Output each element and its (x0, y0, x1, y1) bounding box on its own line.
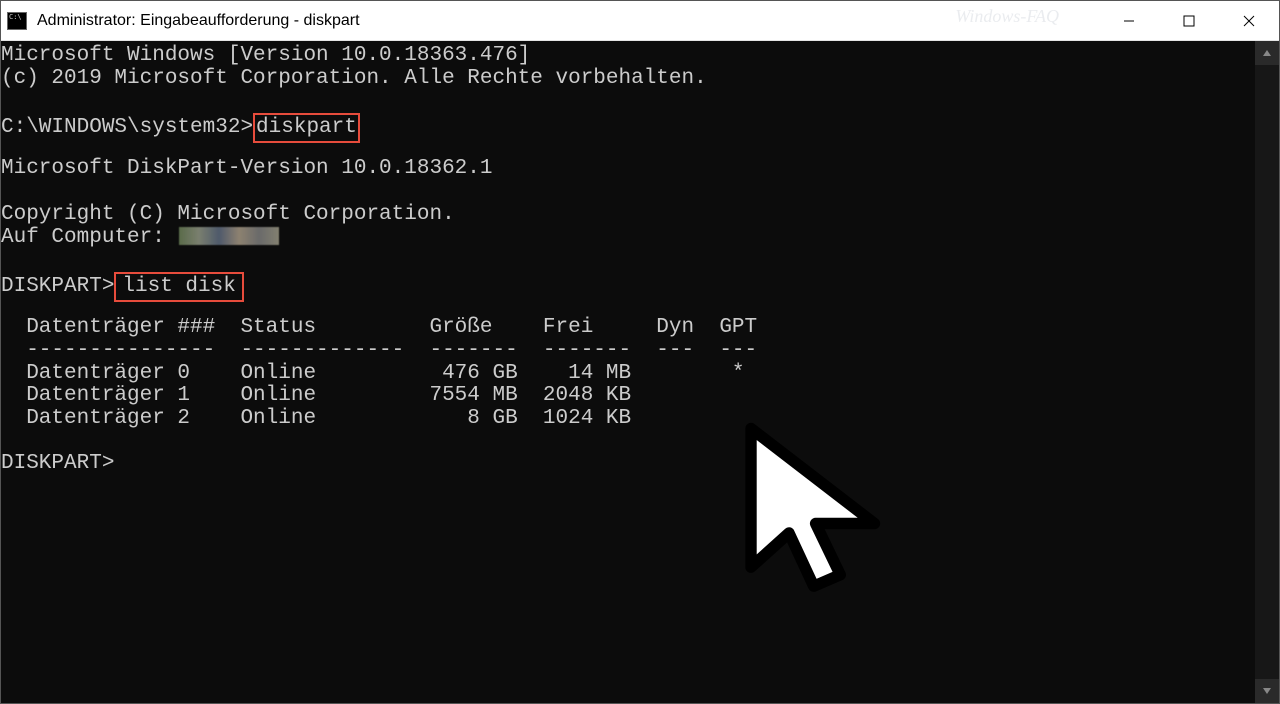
terminal-area: Microsoft Windows [Version 10.0.18363.47… (1, 41, 1279, 703)
window-title: Administrator: Eingabeaufforderung - dis… (37, 12, 360, 30)
on-computer-label: Auf Computer: (1, 226, 177, 249)
diskpart-prompt-idle: DISKPART> (1, 452, 114, 475)
copyright-line: (c) 2019 Microsoft Corporation. Alle Rec… (1, 67, 707, 90)
minimize-button[interactable] (1099, 1, 1159, 40)
terminal-output[interactable]: Microsoft Windows [Version 10.0.18363.47… (1, 41, 1255, 703)
vertical-scrollbar[interactable] (1255, 41, 1279, 703)
table-row: Datenträger 2 Online 8 GB 1024 KB (1, 407, 631, 430)
computer-name-blurred (179, 227, 279, 245)
prompt-path: C:\WINDOWS\system32> (1, 116, 253, 139)
maximize-button[interactable] (1159, 1, 1219, 40)
cmd-icon (7, 12, 27, 30)
window-controls (1099, 1, 1279, 40)
table-separator: --------------- ------------- ------- --… (1, 339, 757, 362)
table-row: Datenträger 0 Online 476 GB 14 MB * (1, 362, 745, 385)
watermark-text: Windows-FAQ (955, 6, 1059, 27)
cmd-diskpart-highlight: diskpart (253, 113, 360, 143)
diskpart-prompt: DISKPART> (1, 275, 114, 298)
titlebar[interactable]: Administrator: Eingabeaufforderung - dis… (1, 1, 1279, 41)
table-header: Datenträger ### Status Größe Frei Dyn GP… (1, 316, 757, 339)
close-button[interactable] (1219, 1, 1279, 40)
scroll-up-button[interactable] (1255, 41, 1279, 65)
table-row: Datenträger 1 Online 7554 MB 2048 KB (1, 384, 631, 407)
diskpart-copyright-line: Copyright (C) Microsoft Corporation. (1, 203, 455, 226)
os-version-line: Microsoft Windows [Version 10.0.18363.47… (1, 44, 530, 67)
scroll-down-button[interactable] (1255, 679, 1279, 703)
diskpart-version-line: Microsoft DiskPart-Version 10.0.18362.1 (1, 157, 492, 180)
cmd-listdisk-highlight: list disk (114, 272, 243, 302)
cmd-window: Administrator: Eingabeaufforderung - dis… (0, 0, 1280, 704)
